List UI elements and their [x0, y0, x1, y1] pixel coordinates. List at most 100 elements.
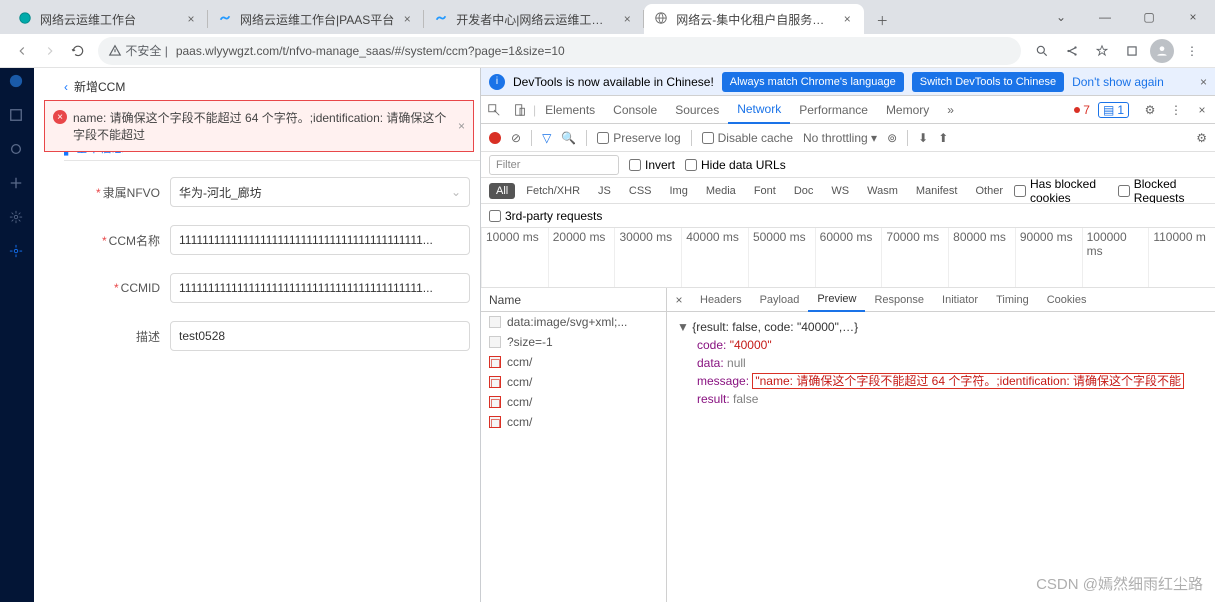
close-icon[interactable]: ×	[667, 293, 691, 307]
preserve-log-checkbox[interactable]: Preserve log	[597, 131, 680, 145]
breadcrumb[interactable]: ‹ 新增CCM	[64, 78, 480, 95]
tab-performance[interactable]: Performance	[790, 96, 877, 124]
browser-tab[interactable]: 网络云运维工作台 ×	[8, 4, 208, 34]
clear-icon[interactable]: ⊘	[511, 131, 521, 145]
type-fetch[interactable]: Fetch/XHR	[519, 183, 587, 199]
ccm-id-input[interactable]: 1111111111111111111111111111111111111111…	[170, 273, 470, 303]
type-img[interactable]: Img	[663, 183, 695, 199]
close-icon[interactable]: ×	[458, 119, 465, 133]
close-icon[interactable]: ×	[400, 12, 414, 26]
device-icon[interactable]	[507, 103, 533, 117]
tab-preview[interactable]: Preview	[808, 288, 865, 312]
download-icon[interactable]: ⬇	[918, 131, 928, 145]
tab-network[interactable]: Network	[728, 96, 790, 124]
error-count-badge[interactable]: 7	[1074, 103, 1090, 117]
tab-cookies[interactable]: Cookies	[1038, 288, 1096, 312]
type-manifest[interactable]: Manifest	[909, 183, 965, 199]
new-tab-button[interactable]: ＋	[868, 6, 896, 34]
omnibox[interactable]: 不安全 | paas.wlyywgzt.com/t/nfvo-manage_sa…	[98, 37, 1021, 65]
tab-response[interactable]: Response	[865, 288, 933, 312]
type-doc[interactable]: Doc	[787, 183, 821, 199]
tab-initiator[interactable]: Initiator	[933, 288, 987, 312]
close-icon[interactable]: ×	[1189, 103, 1215, 117]
gear-icon[interactable]: ⚙	[1196, 131, 1207, 145]
type-other[interactable]: Other	[968, 183, 1010, 199]
ccm-name-input[interactable]: 1111111111111111111111111111111111111111…	[170, 225, 470, 255]
search-icon[interactable]	[1027, 37, 1057, 65]
request-list-header[interactable]: Name	[481, 288, 666, 312]
bookmark-icon[interactable]	[1087, 37, 1117, 65]
type-css[interactable]: CSS	[622, 183, 659, 199]
minimize-icon[interactable]: —	[1083, 0, 1127, 34]
tab-timing[interactable]: Timing	[987, 288, 1038, 312]
dont-show-link[interactable]: Don't show again	[1072, 75, 1164, 89]
close-icon[interactable]: ×	[1171, 0, 1215, 34]
description-input[interactable]: test0528	[170, 321, 470, 351]
close-icon[interactable]: ×	[184, 12, 198, 26]
type-wasm[interactable]: Wasm	[860, 183, 905, 199]
type-ws[interactable]: WS	[824, 183, 856, 199]
filter-icon[interactable]: ▽	[542, 131, 551, 145]
forward-button[interactable]	[36, 37, 64, 65]
extensions-icon[interactable]	[1117, 37, 1147, 65]
chevron-down-icon[interactable]: ⌄	[1039, 0, 1083, 34]
maximize-icon[interactable]: ▢	[1127, 0, 1171, 34]
browser-tab[interactable]: 网络云运维工作台|PAAS平台 ×	[208, 4, 424, 34]
tab-console[interactable]: Console	[604, 96, 666, 124]
menu-icon[interactable]: ⋮	[1177, 37, 1207, 65]
upload-icon[interactable]: ⬆	[938, 131, 948, 145]
third-party-checkbox[interactable]: 3rd-party requests	[489, 209, 602, 223]
share-icon[interactable]	[1057, 37, 1087, 65]
inspect-icon[interactable]	[481, 103, 507, 117]
tab-sources[interactable]: Sources	[666, 96, 728, 124]
type-font[interactable]: Font	[747, 183, 783, 199]
nfvo-select[interactable]: 华为-河北_廊坊⌄	[170, 177, 470, 207]
request-item[interactable]: ☐ccm/	[481, 392, 666, 412]
record-button[interactable]	[489, 132, 501, 144]
response-preview[interactable]: ▼ {result: false, code: "40000",…} code:…	[667, 312, 1215, 414]
invert-checkbox[interactable]: Invert	[629, 158, 675, 172]
close-icon[interactable]: ×	[620, 12, 634, 26]
close-icon[interactable]: ×	[1200, 75, 1207, 89]
filter-input[interactable]: Filter	[489, 155, 619, 175]
switch-chinese-button[interactable]: Switch DevTools to Chinese	[912, 72, 1064, 92]
sidebar-item[interactable]	[9, 142, 25, 158]
sidebar-item[interactable]	[9, 176, 25, 192]
disable-cache-checkbox[interactable]: Disable cache	[702, 131, 793, 145]
type-all[interactable]: All	[489, 183, 515, 199]
profile-avatar[interactable]	[1147, 37, 1177, 65]
back-button[interactable]	[8, 37, 36, 65]
more-tabs-icon[interactable]: »	[938, 96, 963, 124]
favicon	[218, 11, 234, 27]
menu-icon[interactable]: ⋮	[1163, 103, 1189, 117]
request-item[interactable]: data:image/svg+xml;...	[481, 312, 666, 332]
tab-elements[interactable]: Elements	[536, 96, 604, 124]
blocked-requests-checkbox[interactable]: Blocked Requests	[1118, 178, 1207, 204]
blocked-cookies-checkbox[interactable]: Has blocked cookies	[1014, 178, 1114, 204]
gear-icon[interactable]	[9, 244, 25, 260]
request-item[interactable]: ?size=-1	[481, 332, 666, 352]
type-js[interactable]: JS	[591, 183, 618, 199]
browser-tab[interactable]: 开发者中心|网络云运维工作台 ×	[424, 4, 644, 34]
gear-icon[interactable]	[9, 210, 25, 226]
search-icon[interactable]: 🔍	[561, 131, 576, 145]
reload-button[interactable]	[64, 37, 92, 65]
tab-headers[interactable]: Headers	[691, 288, 751, 312]
gear-icon[interactable]: ⚙	[1137, 103, 1163, 117]
throttling-select[interactable]: No throttling ▾	[803, 131, 877, 145]
close-icon[interactable]: ×	[840, 12, 854, 26]
back-icon[interactable]: ‹	[64, 80, 68, 94]
message-count-badge[interactable]: ▤ 1	[1098, 102, 1129, 118]
browser-tab-active[interactable]: 网络云-集中化租户自服务平台 ×	[644, 4, 864, 34]
sidebar-item[interactable]	[9, 108, 25, 124]
request-item[interactable]: ☐ccm/	[481, 372, 666, 392]
network-timeline[interactable]: 10000 ms 20000 ms 30000 ms 40000 ms 5000…	[481, 228, 1215, 288]
match-language-button[interactable]: Always match Chrome's language	[722, 72, 904, 92]
wifi-icon[interactable]: ⊚	[887, 131, 897, 145]
request-item[interactable]: ☐ccm/	[481, 352, 666, 372]
tab-payload[interactable]: Payload	[751, 288, 809, 312]
hide-data-urls-checkbox[interactable]: Hide data URLs	[685, 158, 786, 172]
type-media[interactable]: Media	[699, 183, 743, 199]
tab-memory[interactable]: Memory	[877, 96, 938, 124]
request-item[interactable]: ☐ccm/	[481, 412, 666, 432]
